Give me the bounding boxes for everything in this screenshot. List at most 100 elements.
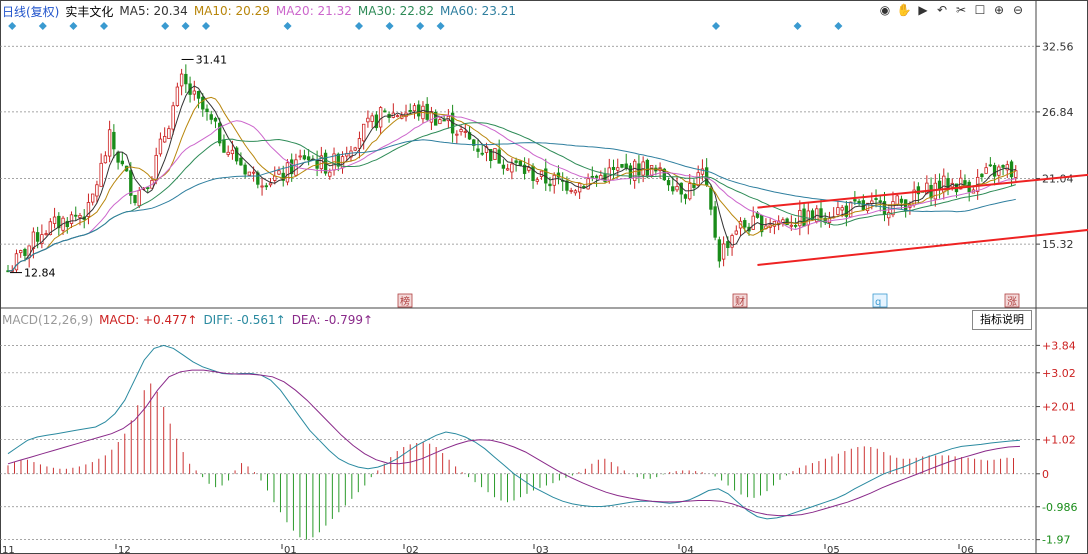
candle-body <box>383 110 387 113</box>
candle-body <box>963 180 967 185</box>
candle-body <box>717 239 722 262</box>
candle-body <box>793 225 798 227</box>
candle-body <box>463 131 467 133</box>
candle-body <box>552 174 556 186</box>
candle-body <box>992 165 997 177</box>
low-annotation: 12.84 <box>24 267 56 280</box>
event-diamond <box>834 22 843 30</box>
candle-body <box>230 149 235 155</box>
candle-body <box>277 170 281 175</box>
date-label: 11 <box>2 545 15 554</box>
candle-body <box>505 168 510 171</box>
candle-body <box>417 104 421 117</box>
candlesticks <box>6 64 1018 273</box>
zoom-out-icon[interactable]: ⊖ <box>1010 3 1026 17</box>
candle-body <box>751 215 755 230</box>
checkbox-icon[interactable]: ☐ <box>972 3 988 17</box>
candle-body <box>120 160 125 165</box>
candle-body <box>874 198 878 200</box>
candle-body <box>251 171 256 174</box>
macd-tick-label: 0 <box>1042 468 1049 481</box>
macd-tick-label: +3.84 <box>1042 339 1076 352</box>
ma20-line <box>7 114 1016 272</box>
event-marker: 榜 <box>400 295 410 308</box>
candle-body <box>620 164 624 168</box>
candle-body <box>129 170 133 196</box>
scissors-icon[interactable]: ✂ <box>953 3 969 17</box>
candle-body <box>357 138 362 149</box>
hand-icon[interactable]: ✋ <box>896 3 912 17</box>
candle-body <box>162 136 167 143</box>
candle-body <box>569 190 573 192</box>
candle-body <box>438 119 442 125</box>
candle-body <box>518 160 523 166</box>
candle-body <box>760 215 764 233</box>
candle-body <box>590 175 595 178</box>
candle-body <box>154 154 158 182</box>
candle-body <box>455 133 459 136</box>
candle-body <box>442 119 446 122</box>
candle-body <box>836 207 840 215</box>
event-diamond <box>202 22 210 30</box>
macd-histogram <box>7 383 1015 540</box>
stock-name: 实丰文化 <box>65 4 114 19</box>
candle-body <box>218 122 222 144</box>
trend-channel-line <box>757 173 1088 209</box>
candle-body <box>196 90 201 99</box>
undo-icon[interactable]: ↶ <box>934 3 950 17</box>
candle-body <box>175 86 180 106</box>
event-diamond <box>385 22 394 30</box>
candle-body <box>671 186 675 192</box>
candle-body <box>624 163 628 169</box>
candle-body <box>980 173 984 178</box>
play-icon[interactable]: ▶ <box>915 3 931 17</box>
candle-body <box>226 151 230 155</box>
candle-body <box>1009 161 1014 178</box>
candle-body <box>268 182 273 186</box>
candle-body <box>167 128 171 139</box>
candle-body <box>44 233 48 235</box>
candle-body <box>899 198 904 203</box>
candle-body <box>412 105 417 112</box>
chart-canvas[interactable]: 32.5626.8421.0415.32+3.84+3.02+2.01+1.02… <box>0 0 1088 554</box>
candle-body <box>179 73 184 87</box>
candle-body <box>133 195 137 204</box>
candle-body <box>137 190 141 207</box>
candle-body <box>548 183 552 187</box>
candle-body <box>14 253 19 271</box>
indicator-tooltip[interactable]: 指标说明 <box>972 310 1032 330</box>
candle-body <box>493 148 497 160</box>
macd-header: MACD(12,26,9) MACD: +0.477↑ DIFF: -0.561… <box>2 311 379 329</box>
candle-body <box>213 117 218 122</box>
ma10-label: MA10: 20.29 <box>193 4 270 18</box>
candle-body <box>501 164 506 169</box>
price-tick-label: 32.56 <box>1042 40 1074 53</box>
candle-body <box>704 167 709 186</box>
main-header: 日线(复权) 实丰文化 MA5: 20.34 MA10: 20.29 MA20:… <box>2 2 522 20</box>
candle-body <box>721 243 726 260</box>
eye-icon[interactable]: ◉ <box>877 3 893 17</box>
candle-body <box>264 185 268 188</box>
candle-body <box>273 175 277 181</box>
candle-body <box>201 96 205 110</box>
candle-body <box>328 171 332 177</box>
event-diamond <box>100 22 108 30</box>
candle-body <box>1001 164 1005 168</box>
candle-body <box>353 147 357 151</box>
candle-body <box>247 171 252 176</box>
candle-body <box>594 175 599 178</box>
chart-title[interactable]: 日线(复权) <box>2 3 59 20</box>
candle-body <box>171 105 175 130</box>
candle-body <box>31 231 36 249</box>
candle-body <box>857 200 861 204</box>
candle-body <box>861 200 866 210</box>
zoom-in-icon[interactable]: ⊕ <box>991 3 1007 17</box>
macd-name[interactable]: MACD(12,26,9) <box>2 313 93 327</box>
candle-body <box>370 115 374 122</box>
candle-body <box>205 108 209 112</box>
candle-body <box>260 185 264 188</box>
candle-body <box>285 162 290 183</box>
candle-body <box>103 155 108 164</box>
candle-body <box>789 224 794 227</box>
candle-body <box>616 167 620 171</box>
